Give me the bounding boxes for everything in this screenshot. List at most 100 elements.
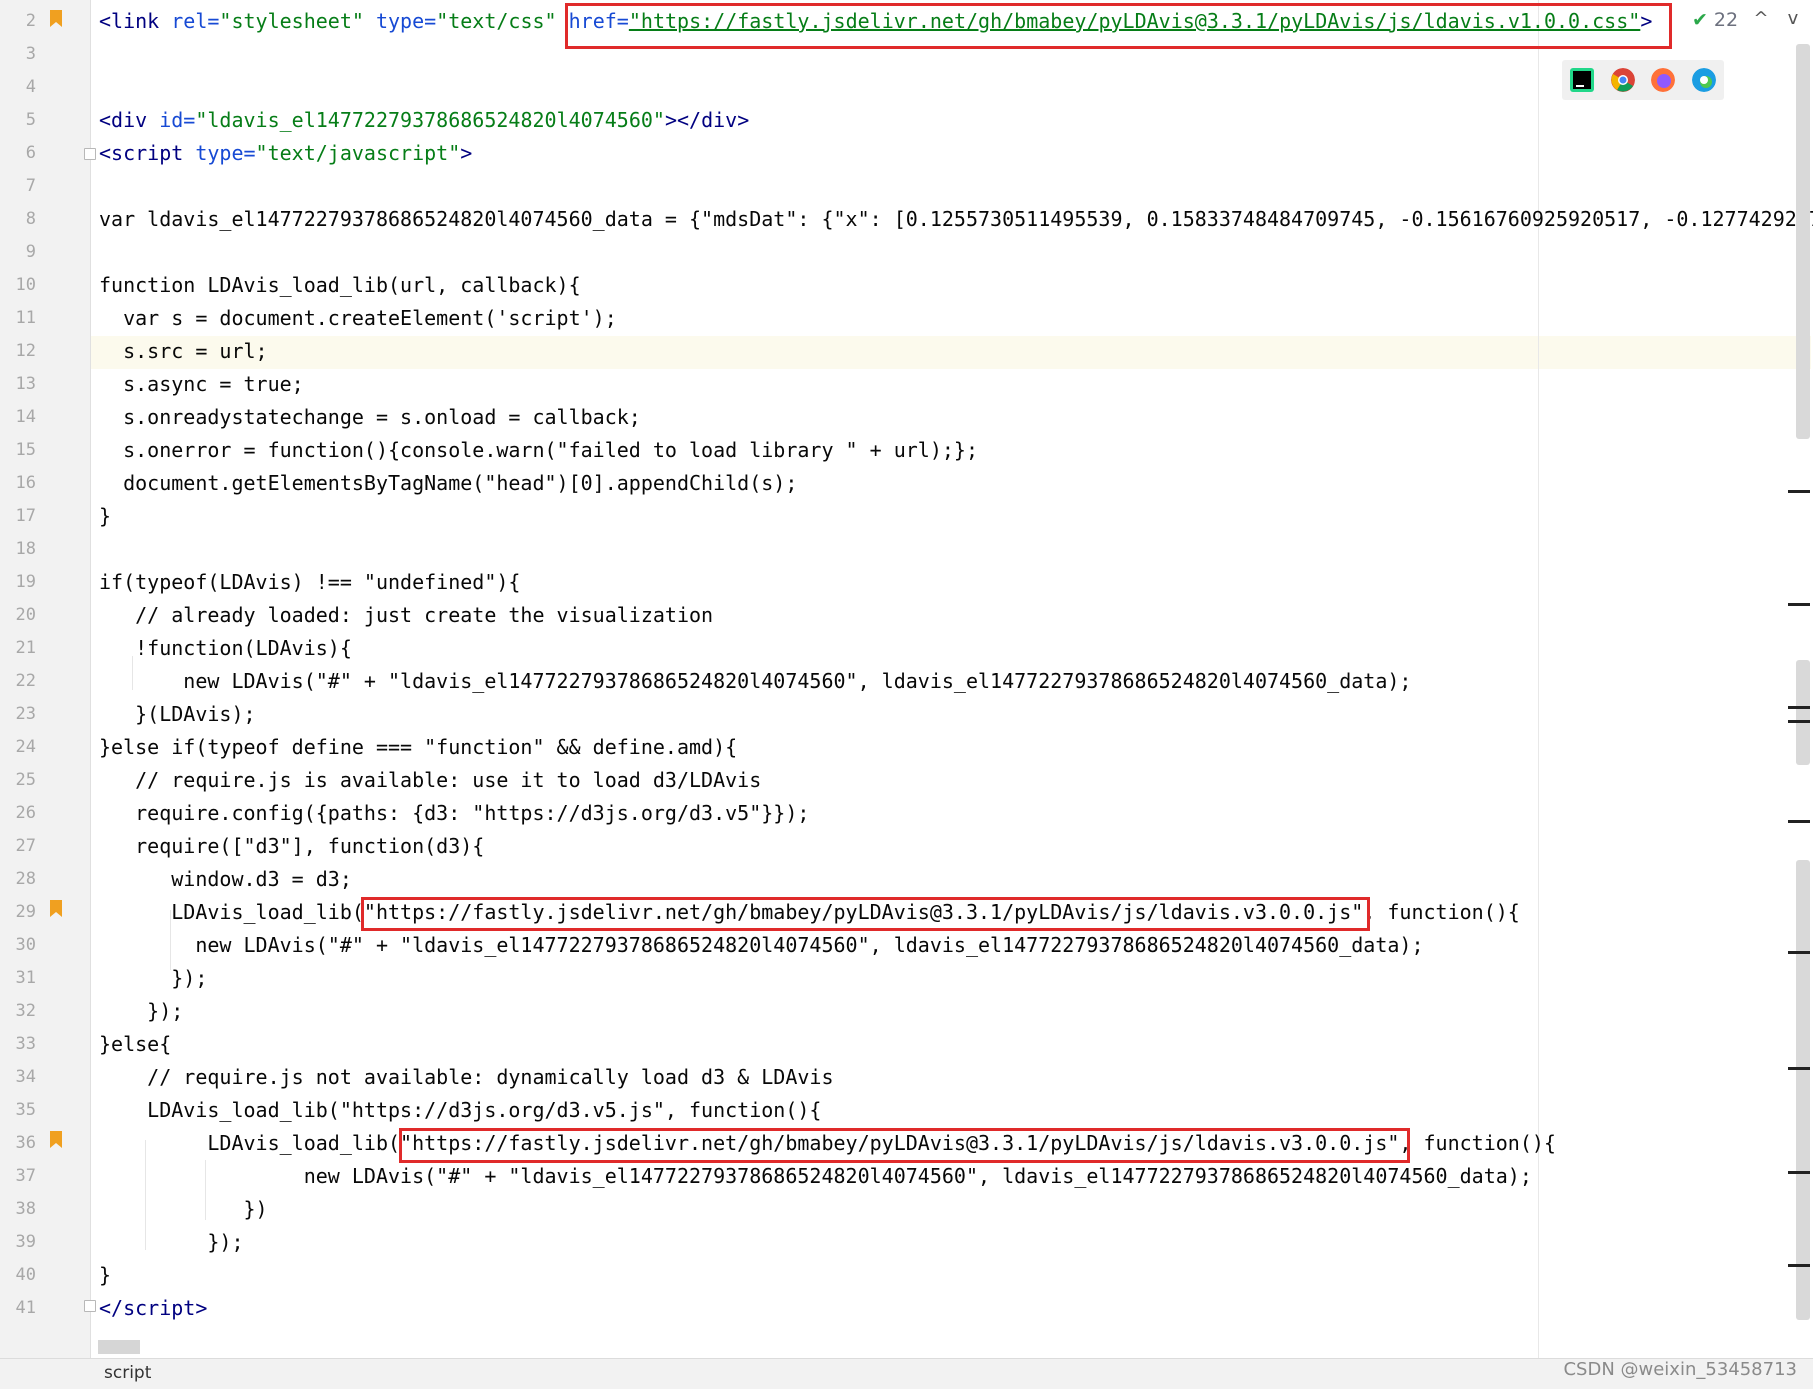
code-line-17[interactable]: }	[99, 500, 111, 533]
code-line-8[interactable]: var ldavis_el14772279378686524820l407456…	[99, 203, 1813, 236]
error-stripe-marker[interactable]	[1788, 490, 1810, 493]
line-number[interactable]: 35	[0, 1094, 36, 1127]
line-number[interactable]: 33	[0, 1028, 36, 1061]
line-number[interactable]: 40	[0, 1259, 36, 1292]
line-number[interactable]: 20	[0, 599, 36, 632]
line-number[interactable]: 38	[0, 1193, 36, 1226]
line-number[interactable]: 24	[0, 731, 36, 764]
line-number[interactable]: 6	[0, 137, 36, 170]
line-number[interactable]: 9	[0, 236, 36, 269]
line-number[interactable]: 5	[0, 104, 36, 137]
line-number[interactable]: 14	[0, 401, 36, 434]
line-number[interactable]: 31	[0, 962, 36, 995]
fold-marker-icon[interactable]	[84, 1300, 96, 1312]
code-line-38[interactable]: })	[99, 1193, 267, 1226]
line-number[interactable]: 21	[0, 632, 36, 665]
code-line-10[interactable]: function LDAvis_load_lib(url, callback){	[99, 269, 581, 302]
code-line-13[interactable]: s.async = true;	[99, 368, 304, 401]
line-number[interactable]: 13	[0, 368, 36, 401]
bookmark-icon[interactable]	[50, 10, 62, 27]
line-number[interactable]: 2	[0, 5, 36, 38]
pycharm-icon[interactable]	[1570, 68, 1595, 92]
code-line-16[interactable]: document.getElementsByTagName("head")[0]…	[99, 467, 797, 500]
line-number[interactable]: 27	[0, 830, 36, 863]
previous-highlight-icon[interactable]: ^	[1751, 8, 1771, 29]
error-stripe-marker[interactable]	[1788, 706, 1810, 709]
code-line-5[interactable]: <div id="ldavis_el14772279378686524820l4…	[99, 104, 749, 137]
line-number[interactable]: 32	[0, 995, 36, 1028]
line-number[interactable]: 10	[0, 269, 36, 302]
scrollbar-thumb[interactable]	[1796, 860, 1810, 1320]
code-line-37[interactable]: new LDAvis("#" + "ldavis_el1477227937868…	[99, 1160, 1532, 1193]
line-number[interactable]: 26	[0, 797, 36, 830]
code-line-25[interactable]: // require.js is available: use it to lo…	[99, 764, 761, 797]
line-number[interactable]: 4	[0, 71, 36, 104]
line-number[interactable]: 18	[0, 533, 36, 566]
line-number[interactable]: 30	[0, 929, 36, 962]
error-stripe-marker[interactable]	[1788, 1067, 1810, 1070]
firefox-icon[interactable]	[1651, 68, 1676, 92]
line-number[interactable]: 19	[0, 566, 36, 599]
code-line-23[interactable]: }(LDAvis);	[99, 698, 255, 731]
line-number[interactable]: 39	[0, 1226, 36, 1259]
error-stripe-marker[interactable]	[1788, 603, 1810, 606]
code-line-41[interactable]: </script>	[99, 1292, 207, 1325]
line-number[interactable]: 41	[0, 1292, 36, 1325]
line-number[interactable]: 37	[0, 1160, 36, 1193]
line-number[interactable]: 3	[0, 38, 36, 71]
bookmark-icon[interactable]	[50, 1131, 62, 1148]
code-line-15[interactable]: s.onerror = function(){console.warn("fai…	[99, 434, 978, 467]
next-highlight-icon[interactable]: v	[1783, 8, 1803, 29]
code-line-30[interactable]: new LDAvis("#" + "ldavis_el1477227937868…	[99, 929, 1423, 962]
chrome-icon[interactable]	[1610, 68, 1635, 92]
edge-icon[interactable]	[1691, 68, 1716, 92]
tag-open: <link	[99, 9, 172, 33]
code-line-35[interactable]: LDAvis_load_lib("https://d3js.org/d3.v5.…	[99, 1094, 821, 1127]
line-number[interactable]: 23	[0, 698, 36, 731]
fold-marker-icon[interactable]	[84, 148, 96, 160]
line-number[interactable]: 25	[0, 764, 36, 797]
code-line-26[interactable]: require.config({paths: {d3: "https://d3j…	[99, 797, 809, 830]
scrollbar-thumb[interactable]	[1796, 660, 1810, 765]
line-number[interactable]: 8	[0, 203, 36, 236]
line-number[interactable]: 22	[0, 665, 36, 698]
code-line-20[interactable]: // already loaded: just create the visua…	[99, 599, 713, 632]
code-line-19[interactable]: if(typeof(LDAvis) !== "undefined"){	[99, 566, 520, 599]
code-line-12[interactable]: s.src = url;	[99, 335, 268, 368]
bookmark-icon[interactable]	[50, 900, 62, 917]
error-stripe-marker[interactable]	[1788, 1264, 1810, 1267]
code-line-40[interactable]: }	[99, 1259, 111, 1292]
code-line-34[interactable]: // require.js not available: dynamically…	[99, 1061, 833, 1094]
code-line-21[interactable]: !function(LDAvis){	[99, 632, 352, 665]
code-line-39[interactable]: });	[99, 1226, 243, 1259]
scrollbar-thumb[interactable]	[1796, 44, 1810, 439]
code-line-6[interactable]: <script type="text/javascript">	[99, 137, 472, 170]
status-bar	[0, 1358, 1813, 1389]
code-line-32[interactable]: });	[99, 995, 183, 1028]
error-stripe-marker[interactable]	[1788, 1171, 1810, 1174]
line-number[interactable]: 34	[0, 1061, 36, 1094]
code-line-11[interactable]: var s = document.createElement('script')…	[99, 302, 617, 335]
line-number[interactable]: 28	[0, 863, 36, 896]
line-number[interactable]: 17	[0, 500, 36, 533]
code-line-27[interactable]: require(["d3"], function(d3){	[99, 830, 484, 863]
error-stripe-marker[interactable]	[1788, 951, 1810, 954]
line-number[interactable]: 36	[0, 1127, 36, 1160]
line-number[interactable]: 11	[0, 302, 36, 335]
line-number[interactable]: 29	[0, 896, 36, 929]
code-line-33[interactable]: }else{	[99, 1028, 171, 1061]
error-stripe-marker[interactable]	[1788, 820, 1810, 823]
code-line-24[interactable]: }else if(typeof define === "function" &&…	[99, 731, 737, 764]
line-number[interactable]: 15	[0, 434, 36, 467]
line-number[interactable]: 7	[0, 170, 36, 203]
error-stripe-marker[interactable]	[1788, 720, 1810, 723]
line-number[interactable]: 12	[0, 335, 36, 368]
code-line-31[interactable]: });	[99, 962, 207, 995]
breadcrumb[interactable]: script	[104, 1363, 151, 1383]
code-line-14[interactable]: s.onreadystatechange = s.onload = callba…	[99, 401, 641, 434]
code-line-22[interactable]: new LDAvis("#" + "ldavis_el1477227937868…	[99, 665, 1411, 698]
horizontal-scrollbar-thumb[interactable]	[98, 1340, 140, 1354]
line-number[interactable]: 16	[0, 467, 36, 500]
code-line-28[interactable]: window.d3 = d3;	[99, 863, 352, 896]
inspection-widget[interactable]: ✔ 22	[1692, 8, 1738, 32]
